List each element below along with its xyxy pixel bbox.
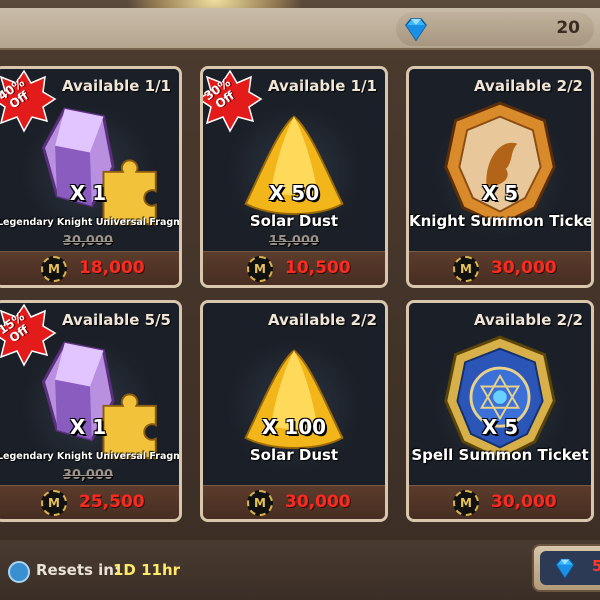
mileage-coin-icon: M (247, 256, 273, 282)
diamond-icon (405, 18, 427, 42)
item-name: Legendary Knight Universal Fragment (0, 217, 179, 228)
item-quantity: X 1 (69, 415, 107, 439)
discount-badge: 15% Off (0, 303, 57, 369)
item-quantity: X 5 (481, 415, 519, 439)
mileage-coin-icon: M (453, 256, 479, 282)
price-label: 25,500 (79, 492, 145, 512)
item-quantity: X 5 (481, 181, 519, 205)
item-name: Knight Summon Ticket (409, 212, 594, 230)
item-name: Solar Dust (249, 212, 339, 230)
buy-button[interactable]: M 30,000 (409, 251, 591, 285)
buy-button[interactable]: M 18,000 (0, 251, 179, 285)
availability-label: Available 2/2 (473, 311, 583, 329)
offer-card[interactable]: 30% Off Available 1/1 X 50 Solar Dust 15,… (200, 66, 388, 288)
item-name: Spell Summon Ticket (411, 446, 589, 464)
discount-badge: 30% Off (203, 69, 263, 135)
refresh-button-face: 5 (540, 551, 600, 585)
reset-timer: 1D 11hr (113, 561, 181, 579)
discount-badge: 40% Off (0, 69, 57, 135)
offer-card[interactable]: Available 2/2 X 5 Spell Summon Ticket M … (406, 300, 594, 522)
card-art: Available 2/2 X 100 Solar Dust (203, 303, 385, 491)
price-label: 30,000 (285, 492, 351, 512)
diamond-icon (555, 558, 575, 579)
card-art: Available 2/2 X 5 Spell Summon Ticket (409, 303, 591, 491)
buy-button[interactable]: M 30,000 (409, 485, 591, 519)
old-price: 30,000 (62, 234, 114, 249)
offer-card[interactable]: 15% Off Available 5/5 X 1 Legendary Knigh… (0, 300, 182, 522)
availability-label: Available 1/1 (267, 77, 377, 95)
refresh-cost: 5 (592, 557, 600, 575)
availability-label: Available 2/2 (473, 77, 583, 95)
buy-button[interactable]: M 10,500 (203, 251, 385, 285)
card-art: Available 2/2 X 5 Knight Summon Ticket (409, 69, 591, 257)
item-quantity: X 100 (261, 415, 327, 439)
availability-label: Available 2/2 (267, 311, 377, 329)
price-label: 18,000 (79, 258, 145, 278)
buy-button[interactable]: M 30,000 (203, 485, 385, 519)
mileage-coin-icon: M (41, 256, 67, 282)
card-art: 40% Off Available 1/1 X 1 Legendary Knigh… (0, 69, 179, 257)
offer-card[interactable]: Available 2/2 X 5 Knight Summon Ticket M… (406, 66, 594, 288)
offer-card[interactable]: Available 2/2 X 100 Solar Dust M 30,000 (200, 300, 388, 522)
item-quantity: X 1 (69, 181, 107, 205)
price-label: 30,000 (491, 492, 557, 512)
reset-clock-icon (8, 561, 30, 583)
gem-count: 20 (556, 18, 580, 38)
price-label: 10,500 (285, 258, 351, 278)
reset-label: Resets in: (36, 561, 120, 579)
availability-label: Available 1/1 (61, 77, 171, 95)
price-label: 30,000 (491, 258, 557, 278)
item-name: Solar Dust (249, 446, 339, 464)
mileage-coin-icon: M (41, 490, 67, 516)
mileage-coin-icon: M (453, 490, 479, 516)
gem-balance[interactable]: 20 (396, 12, 594, 46)
buy-button[interactable]: M 25,500 (0, 485, 179, 519)
card-art: 15% Off Available 5/5 X 1 Legendary Knigh… (0, 303, 179, 491)
item-name: Legendary Knight Universal Fragment (0, 451, 179, 462)
old-price: 30,000 (62, 468, 114, 483)
offer-card[interactable]: 40% Off Available 1/1 X 1 Legendary Knigh… (0, 66, 182, 288)
item-quantity: X 50 (268, 181, 320, 205)
availability-label: Available 5/5 (61, 311, 171, 329)
mileage-coin-icon: M (247, 490, 273, 516)
refresh-button[interactable]: 5 (532, 544, 600, 592)
old-price: 15,000 (268, 234, 320, 249)
card-art: 30% Off Available 1/1 X 50 Solar Dust 15,… (203, 69, 385, 257)
